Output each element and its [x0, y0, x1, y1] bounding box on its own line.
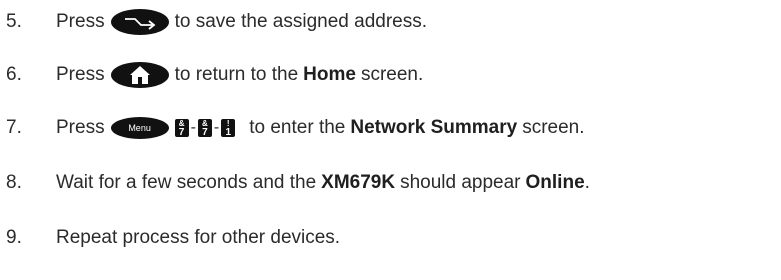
home-key-icon [110, 62, 169, 88]
step-text-mid: should appear [400, 172, 521, 193]
press-label: Press [56, 64, 105, 85]
step-number: 6. [6, 64, 22, 85]
press-label: Press [56, 11, 105, 32]
menu-key-icon: Menu [110, 117, 169, 139]
step-number: 8. [6, 172, 22, 193]
step-content: Repeat process for other devices. [56, 227, 340, 249]
step-number: 5. [6, 11, 22, 32]
step-text: to return to the [174, 64, 299, 85]
step-content: Wait for a few seconds and the XM679K sh… [56, 172, 590, 194]
device-model-term: XM679K [321, 172, 396, 193]
step-text: Wait for a few seconds and the [56, 172, 317, 193]
network-summary-term: Network Summary [350, 117, 518, 138]
enter-key-icon [110, 9, 169, 35]
step-text-end: screen. [360, 64, 424, 85]
step-content: Press to save the assigned address. [56, 9, 427, 35]
key-separator: - [213, 119, 220, 136]
step-number: 7. [6, 117, 22, 138]
step-text-end: screen. [522, 117, 585, 138]
key-7-icon: & 7 [174, 119, 189, 138]
step-content: Press Menu & 7 - & 7 - ! 1 to enter the … [56, 117, 585, 139]
key-separator: - [190, 119, 196, 136]
step-text: to enter the [249, 117, 346, 138]
step-content: Press to return to the Home screen. [56, 62, 423, 88]
home-screen-term: Home [303, 64, 356, 85]
key-1-icon: ! 1 [221, 119, 236, 138]
step-number: 9. [6, 227, 22, 248]
press-label: Press [56, 117, 105, 138]
key-7-icon: & 7 [197, 119, 212, 138]
step-text-end: . [584, 172, 590, 193]
step-text: to save the assigned address. [174, 11, 428, 32]
step-text: Repeat process for other devices. [56, 227, 341, 248]
online-status-term: Online [525, 172, 585, 193]
